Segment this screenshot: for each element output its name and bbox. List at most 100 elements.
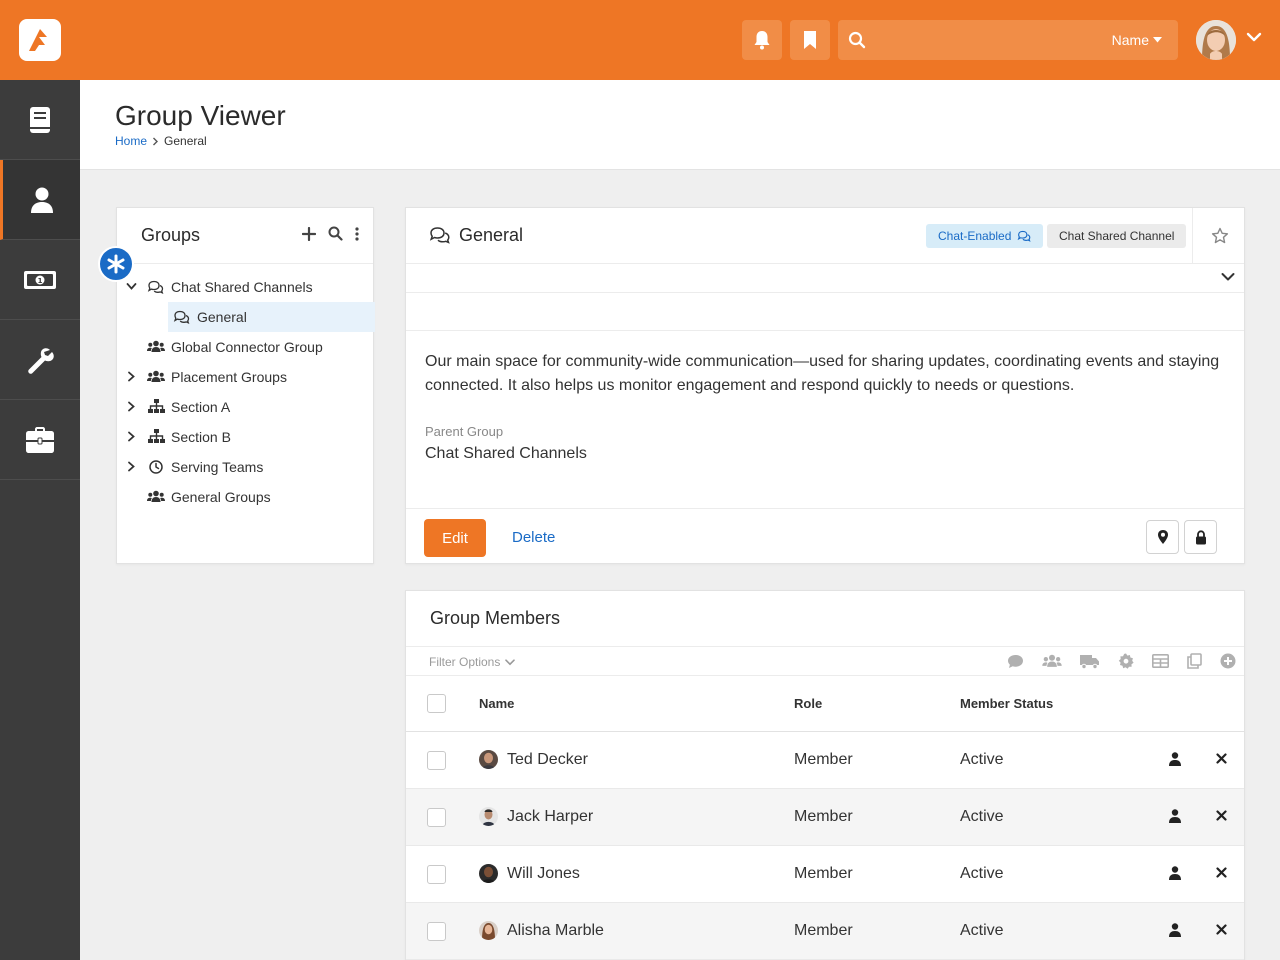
truck-icon[interactable] <box>1080 654 1100 669</box>
search-bar[interactable]: Name <box>838 20 1178 60</box>
select-all-checkbox[interactable] <box>427 694 446 713</box>
users-icon <box>147 340 165 352</box>
divider <box>117 263 373 264</box>
tree-item-general[interactable]: General <box>117 302 375 332</box>
group-description: Our main space for community-wide commun… <box>425 353 1220 394</box>
follow-button[interactable] <box>1192 208 1246 264</box>
chevron-right-icon[interactable] <box>126 401 137 412</box>
member-name[interactable]: Alisha Marble <box>507 922 604 940</box>
empty-row <box>406 293 1244 331</box>
member-status: Active <box>960 922 1004 939</box>
bookmarks-button[interactable] <box>790 20 830 60</box>
row-checkbox[interactable] <box>427 922 446 941</box>
comment-icon[interactable] <box>1007 654 1024 669</box>
table-icon[interactable] <box>1152 654 1169 668</box>
column-header-role[interactable]: Role <box>794 696 822 711</box>
sidebar-item-finance[interactable]: 1 <box>0 240 80 320</box>
money-icon: 1 <box>24 270 56 289</box>
avatar <box>479 864 498 883</box>
map-button[interactable] <box>1146 520 1179 554</box>
notifications-button[interactable] <box>742 20 782 60</box>
row-checkbox[interactable] <box>427 808 446 827</box>
search-type-select[interactable]: Name <box>1112 32 1162 48</box>
book-icon <box>30 106 50 133</box>
close-icon[interactable] <box>1216 924 1227 935</box>
rock-logo[interactable] <box>19 19 61 61</box>
tree-item-section-a[interactable]: Section A <box>117 392 375 422</box>
members-title: Group Members <box>430 608 561 628</box>
add-icon[interactable] <box>302 226 316 241</box>
member-status: Active <box>960 808 1004 825</box>
user-avatar[interactable] <box>1196 20 1236 60</box>
tree-item-chat-shared-channels[interactable]: Chat Shared Channels <box>117 272 375 302</box>
column-header-member-status[interactable]: Member Status <box>960 696 1053 711</box>
person-icon <box>30 187 53 213</box>
row-checkbox[interactable] <box>427 751 446 770</box>
tree-item-general-groups[interactable]: General Groups <box>117 482 375 512</box>
filter-options-toggle[interactable]: Filter Options <box>429 655 516 669</box>
sidebar-item-tools[interactable] <box>0 320 80 400</box>
person-icon[interactable] <box>1169 752 1181 766</box>
search-icon <box>848 31 866 49</box>
users-icon[interactable] <box>1042 654 1062 668</box>
chat-icon <box>173 310 190 324</box>
table-row[interactable]: Will Jones Member Active <box>406 846 1244 903</box>
edit-button[interactable]: Edit <box>424 519 486 557</box>
table-row[interactable]: Jack Harper Member Active <box>406 789 1244 846</box>
avatar <box>479 807 498 826</box>
tree-item-label: General <box>197 309 247 325</box>
tree-item-label: General Groups <box>171 489 271 505</box>
person-icon[interactable] <box>1169 809 1181 823</box>
sidebar-item-admin[interactable] <box>0 400 80 480</box>
member-name[interactable]: Ted Decker <box>507 751 588 769</box>
tree-item-label: Section A <box>171 399 231 415</box>
briefcase-icon <box>26 426 54 453</box>
sidebar-item-people[interactable] <box>0 160 80 240</box>
chevron-right-icon[interactable] <box>126 431 137 442</box>
chevron-right-icon[interactable] <box>126 371 137 382</box>
tree-item-label: Global Connector Group <box>171 339 323 355</box>
close-icon[interactable] <box>1216 867 1227 878</box>
chat-icon <box>1017 230 1031 242</box>
sitemap-icon <box>148 429 165 443</box>
close-icon[interactable] <box>1216 753 1227 764</box>
chevron-down-icon[interactable] <box>1221 272 1235 282</box>
attributes-toggle-row[interactable] <box>406 264 1244 293</box>
search-type-label: Name <box>1111 32 1149 48</box>
column-header-name[interactable]: Name <box>479 696 514 711</box>
chevron-right-icon[interactable] <box>126 461 137 472</box>
add-circle-icon[interactable] <box>1220 653 1236 669</box>
more-vertical-icon[interactable] <box>355 226 359 241</box>
group-name: General <box>459 225 524 245</box>
row-checkbox[interactable] <box>427 865 446 884</box>
grid-actions <box>1007 653 1236 669</box>
asterisk-badge[interactable] <box>98 246 134 282</box>
sidebar: 1 <box>0 80 80 960</box>
tree-item-section-b[interactable]: Section B <box>117 422 375 452</box>
member-name[interactable]: Jack Harper <box>507 808 593 826</box>
breadcrumb-home-link[interactable]: Home <box>115 134 147 148</box>
chevron-down-icon[interactable] <box>1246 32 1262 42</box>
clock-icon <box>149 460 163 474</box>
member-name[interactable]: Will Jones <box>507 865 580 883</box>
close-icon[interactable] <box>1216 810 1227 821</box>
sitemap-icon <box>148 399 165 413</box>
shared-channel-label: Chat Shared Channel <box>1047 224 1187 248</box>
person-icon[interactable] <box>1169 923 1181 937</box>
tree-item-serving-teams[interactable]: Serving Teams <box>117 452 375 482</box>
security-button[interactable] <box>1184 520 1217 554</box>
group-detail-panel: General Chat-Enabled Chat Shared Channel… <box>405 207 1245 564</box>
table-row[interactable]: Alisha Marble Member Active <box>406 903 1244 960</box>
chevron-down-icon[interactable] <box>126 281 137 292</box>
tree-item-global-connector-group[interactable]: Global Connector Group <box>117 332 375 362</box>
chat-enabled-text: Chat-Enabled <box>938 229 1012 243</box>
copy-icon[interactable] <box>1187 653 1202 669</box>
search-icon[interactable] <box>328 226 343 241</box>
delete-button[interactable]: Delete <box>512 529 555 546</box>
table-row[interactable]: Ted Decker Member Active <box>406 732 1244 789</box>
tree-item-placement-groups[interactable]: Placement Groups <box>117 362 375 392</box>
person-icon[interactable] <box>1169 866 1181 880</box>
gear-icon[interactable] <box>1118 653 1134 669</box>
sidebar-item-books[interactable] <box>0 80 80 160</box>
grid-header-row: Name Role Member Status <box>406 676 1244 732</box>
